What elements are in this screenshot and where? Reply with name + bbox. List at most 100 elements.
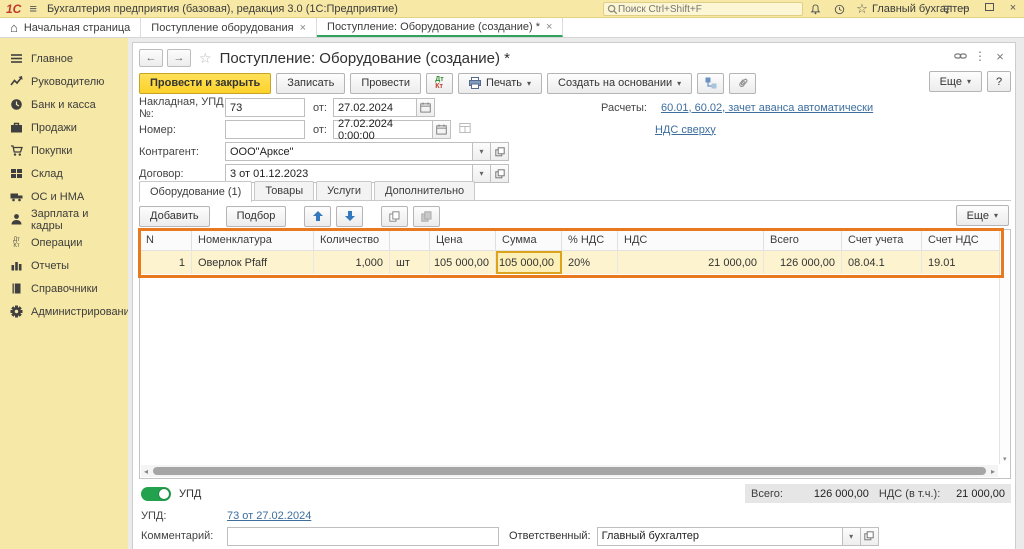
sidebar-item-administration[interactable]: Администрирование [0,300,128,323]
tab-additional[interactable]: Дополнительно [374,181,475,200]
vertical-scrollbar[interactable]: ▾ [999,230,1010,464]
cell-price[interactable]: 105 000,00 [430,251,496,274]
tab-close-icon[interactable]: × [300,22,306,34]
dt-kt-postings-button[interactable]: ДтКт [426,73,453,94]
print-button[interactable]: Печать ▾ [458,73,542,94]
col-account[interactable]: Счет учета [842,230,922,250]
col-total[interactable]: Всего [764,230,842,250]
col-vat[interactable]: НДС [618,230,764,250]
paste-row-button[interactable] [413,206,440,227]
responsible-dropdown-icon[interactable]: ▾ [843,527,861,546]
horizontal-scrollbar[interactable]: ◂ ▸ [141,465,998,477]
post-button[interactable]: Провести [350,73,421,94]
cell-vat-rate[interactable]: 20% [562,251,618,274]
sidebar-item-bank-cash[interactable]: Банк и касса [0,93,128,116]
sidebar-item-directories[interactable]: Справочники [0,277,128,300]
document-number-field[interactable] [225,120,305,139]
vat-mode-link[interactable]: НДС сверху [655,124,716,136]
scroll-down-icon[interactable]: ▾ [1003,455,1007,463]
back-button[interactable]: ← [139,49,163,67]
contractor-dropdown-icon[interactable]: ▾ [473,142,491,161]
cell-quantity[interactable]: 1,000 [314,251,390,274]
tab-home[interactable]: ⌂ Начальная страница [0,18,141,37]
copy-row-button[interactable] [381,206,408,227]
settlements-link[interactable]: 60.01, 60.02, зачет аванса автоматически [661,102,873,114]
table-more-button[interactable]: Еще▾ [956,205,1009,226]
cell-vat[interactable]: 21 000,00 [618,251,764,274]
col-vat-account[interactable]: Счет НДС [922,230,1000,250]
responsible-field[interactable]: Главный бухгалтер [597,527,843,546]
sidebar-item-purchases[interactable]: Покупки [0,139,128,162]
document-date-field[interactable]: 27.02.2024 0:00:00 [333,120,433,139]
close-window-button[interactable]: × [1006,2,1020,14]
move-up-button[interactable] [304,206,331,227]
more-dots-icon[interactable]: ⋮ [971,49,989,63]
close-form-icon[interactable]: × [991,49,1009,63]
col-quantity[interactable]: Количество [314,230,390,250]
cell-sum-selected[interactable]: 105 000,00 [496,251,562,274]
related-documents-button[interactable] [697,73,724,94]
history-icon[interactable] [830,1,848,17]
tab-equipment[interactable]: Оборудование (1) [139,181,252,202]
sidebar-item-operations[interactable]: ДтКт Операции [0,231,128,254]
minimize-button[interactable]: – [958,2,972,14]
scroll-left-icon[interactable]: ◂ [141,467,151,476]
cell-total[interactable]: 126 000,00 [764,251,842,274]
number-settings-icon[interactable] [459,122,471,137]
calendar-icon[interactable] [433,120,451,139]
table-row[interactable]: 1 Оверлок Pfaff 1,000 шт 105 000,00 105 … [140,251,1000,274]
pick-button[interactable]: Подбор [226,206,287,227]
cell-vat-account[interactable]: 19.01 [922,251,1000,274]
tab-close-icon[interactable]: × [546,21,552,33]
search-input[interactable] [618,4,788,15]
sidebar-item-fixed-assets[interactable]: ОС и НМА [0,185,128,208]
cell-account[interactable]: 08.04.1 [842,251,922,274]
upd-link[interactable]: 73 от 27.02.2024 [227,510,311,522]
upd-toggle[interactable] [141,487,171,501]
notifications-bell-icon[interactable] [806,1,824,17]
get-link-icon[interactable] [951,49,969,63]
post-and-close-button[interactable]: Провести и закрыть [139,73,271,94]
invoice-number-field[interactable]: 73 [225,98,305,117]
move-down-button[interactable] [336,206,363,227]
comment-field[interactable] [227,527,499,546]
create-based-on-button[interactable]: Создать на основании ▾ [547,73,692,94]
help-button[interactable]: ? [987,71,1011,92]
global-search[interactable] [603,2,803,16]
forward-button[interactable]: → [167,49,191,67]
maximize-button[interactable] [982,2,996,14]
add-row-button[interactable]: Добавить [139,206,210,227]
sidebar-item-manager[interactable]: Руководителю [0,70,128,93]
col-unit[interactable] [390,230,430,250]
invoice-date-field[interactable]: 27.02.2024 [333,98,417,117]
col-nomenclature[interactable]: Номенклатура [192,230,314,250]
contractor-field[interactable]: ООО"Арксе" [225,142,473,161]
cell-n[interactable]: 1 [140,251,192,274]
col-vat-rate[interactable]: % НДС [562,230,618,250]
sidebar-item-sales[interactable]: Продажи [0,116,128,139]
tab-goods[interactable]: Товары [254,181,314,200]
sidebar-item-payroll-hr[interactable]: Зарплата и кадры [0,208,128,231]
attachments-button[interactable] [729,73,756,94]
contractor-open-icon[interactable] [491,142,509,161]
tab-receipt-list[interactable]: Поступление оборудования × [141,18,317,37]
col-price[interactable]: Цена [430,230,496,250]
favorite-star-icon[interactable]: ☆ [199,50,212,67]
cell-nomenclature[interactable]: Оверлок Pfaff [192,251,314,274]
sidebar-item-main[interactable]: Главное [0,47,128,70]
responsible-open-icon[interactable] [861,527,879,546]
sidebar-item-warehouse[interactable]: Склад [0,162,128,185]
col-n[interactable]: N [140,230,192,250]
sidebar-item-reports[interactable]: Отчеты [0,254,128,277]
tab-services[interactable]: Услуги [316,181,372,200]
save-button[interactable]: Записать [276,73,345,94]
calendar-icon[interactable] [417,98,435,117]
cell-unit[interactable]: шт [390,251,430,274]
scrollbar-thumb[interactable] [153,467,986,475]
form-more-button[interactable]: Еще▾ [929,71,982,92]
favorites-star-icon[interactable]: ☆ [853,1,871,17]
service-menu-icon[interactable] [938,1,956,17]
tab-receipt-document[interactable]: Поступление: Оборудование (создание) * × [317,18,563,37]
scroll-right-icon[interactable]: ▸ [988,467,998,476]
main-menu-icon[interactable]: ≡ [29,1,37,16]
